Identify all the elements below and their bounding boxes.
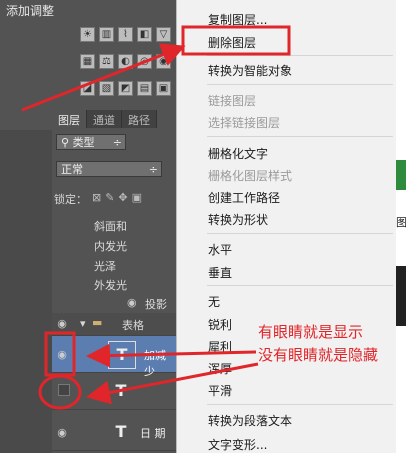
annotation-overlay xyxy=(21,25,291,410)
highlight-box-eye xyxy=(44,331,76,377)
highlight-box-delete xyxy=(181,25,291,56)
arrow-to-hidden xyxy=(86,362,259,405)
arrow-to-eye xyxy=(86,343,257,368)
highlight-circle-hidden xyxy=(38,374,82,410)
arrow-to-delete xyxy=(21,43,186,112)
